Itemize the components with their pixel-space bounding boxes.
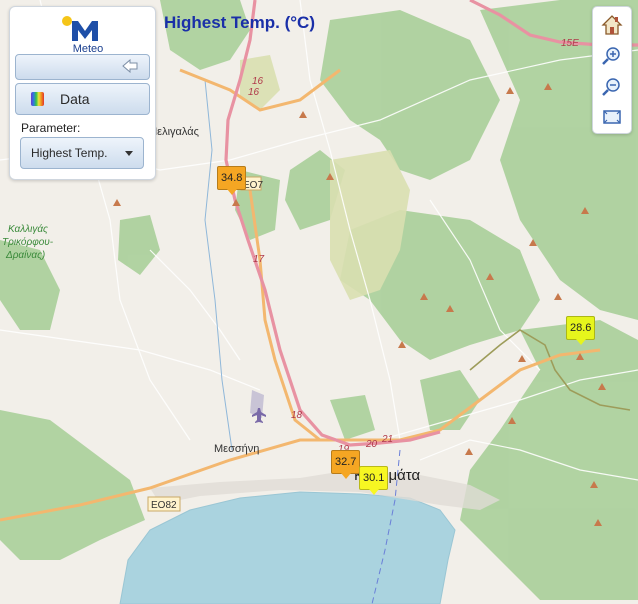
road-16a-label: 16 [252,76,264,87]
temperature-marker[interactable]: 30.1 [359,466,389,495]
road-20-label: 20 [365,439,378,450]
data-button[interactable]: Data [15,83,150,115]
home-button[interactable] [599,12,625,38]
road-21-label: 21 [381,434,393,445]
meteo-logo: Meteo [58,13,118,55]
fullscreen-icon [603,110,621,124]
road-shield-eo82: ΕΟ82 [147,496,181,512]
road-15e-label: 15E [561,38,579,49]
place-draina: Δραίνας) [5,249,45,261]
zoom-out-button[interactable] [599,74,625,100]
data-button-label: Data [60,91,90,107]
parameter-select[interactable]: Highest Temp. [20,137,144,169]
place-kalligas: Καλλιγάς [8,223,48,235]
palette-icon [31,92,44,106]
zoom-out-icon [602,78,620,96]
road-eo7-label: ΕΟ7 [243,180,263,191]
road-17-label: 17 [253,254,265,265]
chevron-down-icon [125,151,133,156]
home-icon [601,15,623,35]
collapse-arrow-icon [122,59,138,73]
road-16b-label: 16 [248,87,260,98]
map-toolbar [592,6,632,134]
temperature-marker[interactable]: 32.7 [331,450,361,479]
fullscreen-button[interactable] [599,104,625,130]
zoom-in-button[interactable] [599,43,625,69]
place-trikorfou: Τρικόρφου- [2,236,54,248]
control-panel: Meteo Data Parameter: Highest Temp. [9,6,156,180]
parameter-label: Parameter: [21,121,81,135]
zoom-in-icon [602,47,620,65]
parameter-select-value: Highest Temp. [31,146,108,160]
place-messini: Μεσσήνη [214,443,259,455]
road-18-label: 18 [291,410,303,421]
road-eo82-label: ΕΟ82 [151,500,177,511]
temperature-marker[interactable]: 34.8 [217,166,247,195]
temperature-marker[interactable]: 28.6 [566,316,596,345]
collapse-panel-button[interactable] [15,54,150,80]
map-title: Highest Temp. (°C) [164,13,315,32]
